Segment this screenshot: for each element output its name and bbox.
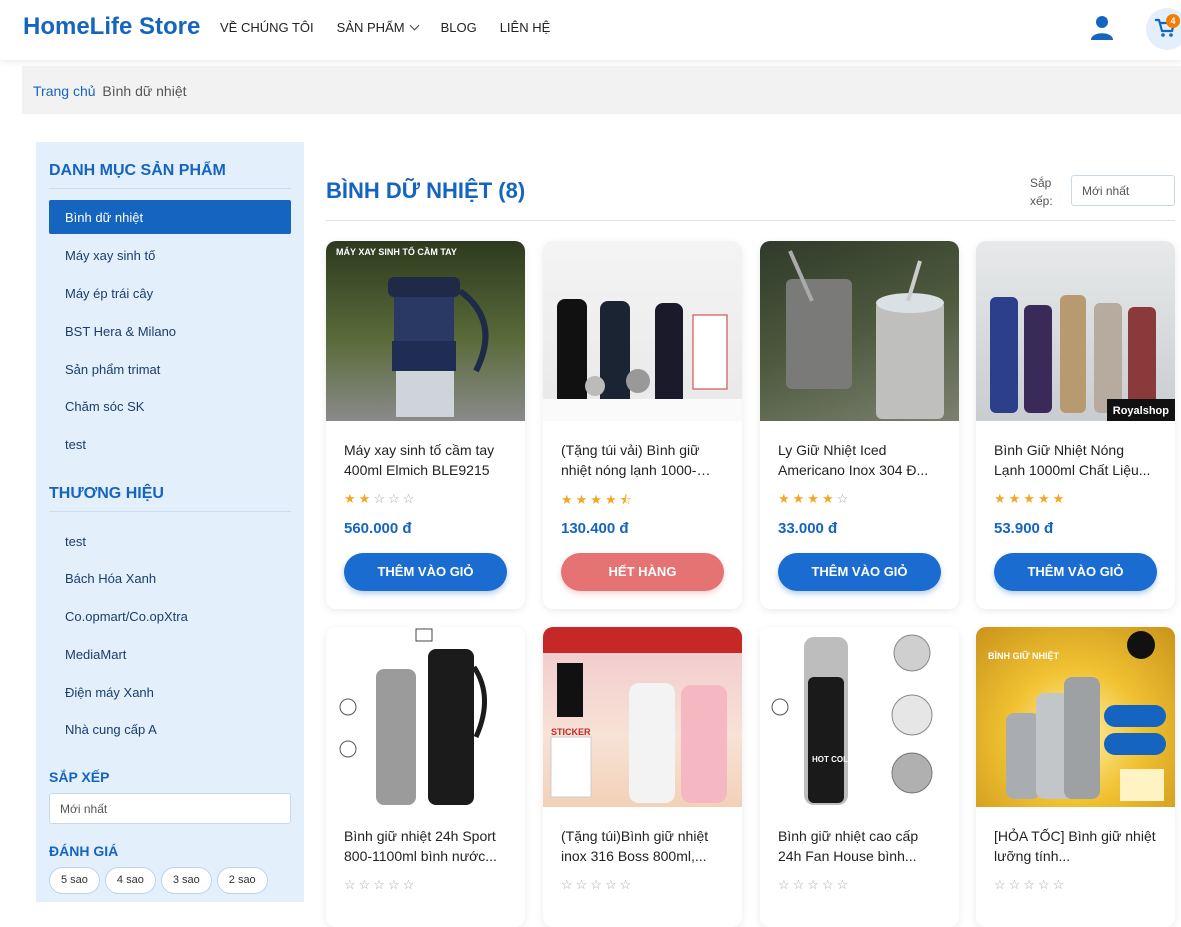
product-card[interactable]: HOT COLD Bình giữ nhiệt cao cấp 24h Fan … bbox=[760, 627, 959, 927]
add-to-cart-button[interactable]: THÊM VÀO GIỎ bbox=[778, 553, 941, 591]
nav-about[interactable]: VỀ CHÚNG TÔI bbox=[220, 20, 314, 35]
rating-stars: ★★★★☆ bbox=[778, 491, 852, 506]
chevron-down-icon bbox=[409, 20, 420, 31]
product-name[interactable]: Ly Giữ Nhiệt Iced Americano Inox 304 Đ..… bbox=[778, 440, 943, 480]
sort-label: Sắp xếp: bbox=[1030, 176, 1053, 208]
nav-products-label: SẢN PHẨM bbox=[336, 20, 405, 35]
category-item[interactable]: Chăm sóc SK bbox=[49, 389, 291, 423]
product-card[interactable]: MÁY XAY SINH TỐ CẦM TAY Máy xay sinh tố … bbox=[326, 241, 525, 609]
product-card[interactable]: STICKER (Tặng túi)Bình giữ nhiệt inox 31… bbox=[543, 627, 742, 927]
image-caption: BÌNH GIỮ NHIỆT bbox=[988, 651, 1059, 661]
product-image[interactable] bbox=[543, 241, 742, 421]
sort-heading: SẮP XẾP bbox=[49, 769, 110, 785]
product-name[interactable]: Máy xay sinh tố cầm tay 400ml Elmich BLE… bbox=[344, 440, 509, 480]
product-image[interactable]: BÌNH GIỮ NHIỆT bbox=[976, 627, 1175, 807]
rating-stars: ☆☆☆☆☆ bbox=[561, 877, 635, 892]
product-image[interactable]: STICKER bbox=[543, 627, 742, 807]
title-divider bbox=[326, 220, 1175, 221]
sport-bottles-illustration bbox=[339, 628, 487, 805]
product-name[interactable]: Bình giữ nhiệt 24h Sport 800-1100ml bình… bbox=[344, 826, 509, 866]
product-price: 53.900 đ bbox=[994, 520, 1054, 537]
image-caption: STICKER bbox=[551, 727, 591, 737]
rating-pill[interactable]: 3 sao bbox=[160, 867, 212, 894]
rating-heading: ĐÁNH GIÁ bbox=[49, 843, 119, 859]
watermark-badge: Royalshop bbox=[1106, 399, 1175, 421]
cart-button[interactable]: 4 bbox=[1146, 8, 1181, 50]
blender-illustration bbox=[388, 277, 489, 417]
product-image[interactable] bbox=[760, 241, 959, 421]
product-price: 560.000 đ bbox=[344, 520, 412, 537]
brand-item[interactable]: test bbox=[49, 524, 291, 558]
nav-products[interactable]: SẢN PHẨM bbox=[336, 20, 420, 35]
category-item[interactable]: Sản phẩm trimat bbox=[49, 352, 291, 386]
page-title: BÌNH DỮ NHIỆT (8) bbox=[326, 178, 526, 203]
brand-item[interactable]: Điện máy Xanh bbox=[49, 675, 291, 709]
category-item[interactable]: BST Hera & Milano bbox=[49, 314, 291, 348]
site-logo[interactable]: HomeLife Store bbox=[23, 13, 200, 41]
category-item[interactable]: Máy xay sinh tố bbox=[49, 238, 291, 272]
product-image[interactable]: HOT COLD bbox=[760, 627, 959, 807]
sidebar-sort-select[interactable]: Mới nhất bbox=[49, 793, 291, 824]
product-price: 130.400 đ bbox=[561, 520, 629, 537]
brands-heading: THƯƠNG HIỆU bbox=[49, 485, 291, 512]
category-item[interactable]: test bbox=[49, 427, 291, 461]
cart-count-badge: 4 bbox=[1166, 14, 1180, 28]
image-caption: HOT COLD bbox=[812, 755, 854, 764]
nav-blog[interactable]: BLOG bbox=[441, 20, 477, 35]
product-image[interactable] bbox=[326, 627, 525, 807]
rating-stars: ☆☆☆☆☆ bbox=[778, 877, 852, 892]
product-price: 33.000 đ bbox=[778, 520, 838, 537]
category-item[interactable]: Bình dữ nhiệt bbox=[49, 200, 291, 234]
rating-stars: ★★★★⯪ bbox=[561, 492, 635, 507]
boss-bottles-illustration bbox=[543, 627, 742, 803]
breadcrumb-current: Bình dữ nhiệt bbox=[102, 83, 187, 99]
sort-select[interactable]: Mới nhất bbox=[1071, 175, 1175, 206]
product-card[interactable]: BÌNH GIỮ NHIỆT [HỎA TỐC] Bình giữ nhiệt … bbox=[976, 627, 1175, 927]
product-name[interactable]: [HỎA TỐC] Bình giữ nhiệt lưỡng tính... bbox=[994, 826, 1159, 866]
main-nav: VỀ CHÚNG TÔI SẢN PHẨM BLOG LIÊN HỆ bbox=[220, 20, 550, 35]
site-header: HomeLife Store VỀ CHÚNG TÔI SẢN PHẨM BLO… bbox=[0, 0, 1181, 60]
brand-item[interactable]: Co.opmart/Co.opXtra bbox=[49, 599, 291, 633]
rating-stars: ★★☆☆☆ bbox=[344, 491, 418, 506]
tumblers-illustration bbox=[786, 250, 944, 419]
add-to-cart-button[interactable]: THÊM VÀO GIỎ bbox=[994, 553, 1157, 591]
product-name[interactable]: Bình giữ nhiệt cao cấp 24h Fan House bìn… bbox=[778, 826, 943, 866]
user-icon[interactable] bbox=[1090, 15, 1114, 41]
brand-item[interactable]: Nhà cung cấp A bbox=[49, 712, 291, 746]
rating-stars: ☆☆☆☆☆ bbox=[344, 877, 418, 892]
rating-stars: ☆☆☆☆☆ bbox=[994, 877, 1068, 892]
brand-item[interactable]: Bách Hóa Xanh bbox=[49, 561, 291, 595]
product-card[interactable]: (Tặng túi vải) Bình giữ nhiệt nóng lạnh … bbox=[543, 241, 742, 609]
add-to-cart-button[interactable]: THÊM VÀO GIỎ bbox=[344, 553, 507, 591]
breadcrumb-home[interactable]: Trang chủ bbox=[33, 83, 96, 99]
breadcrumb: Trang chủ Bình dữ nhiệt bbox=[22, 66, 1181, 114]
rating-pill[interactable]: 2 sao bbox=[216, 867, 268, 894]
rating-stars: ★★★★★ bbox=[994, 491, 1068, 506]
fanhouse-bottle-illustration bbox=[771, 634, 933, 805]
rating-pill[interactable]: 5 sao bbox=[49, 867, 100, 894]
product-name[interactable]: Bình Giữ Nhiệt Nóng Lạnh 1000ml Chất Liệ… bbox=[994, 440, 1159, 480]
product-image[interactable]: MÁY XAY SINH TỐ CẦM TAY bbox=[326, 241, 525, 421]
product-card[interactable]: Ly Giữ Nhiệt Iced Americano Inox 304 Đ..… bbox=[760, 241, 959, 609]
nav-contact[interactable]: LIÊN HỆ bbox=[500, 20, 551, 35]
rating-filter: 5 sao 4 sao 3 sao 2 sao bbox=[49, 867, 268, 894]
product-name[interactable]: (Tặng túi)Bình giữ nhiệt inox 316 Boss 8… bbox=[561, 826, 726, 866]
product-card[interactable]: Royalshop Bình Giữ Nhiệt Nóng Lạnh 1000m… bbox=[976, 241, 1175, 609]
out-of-stock-button[interactable]: HẾT HÀNG bbox=[561, 553, 724, 591]
sidebar: DANH MỤC SẢN PHẨM Bình dữ nhiệt Máy xay … bbox=[36, 142, 304, 902]
bottles-illustration bbox=[543, 299, 742, 421]
brand-item[interactable]: MediaMart bbox=[49, 637, 291, 671]
category-item[interactable]: Máy ép trái cây bbox=[49, 276, 291, 310]
product-name[interactable]: (Tặng túi vải) Bình giữ nhiệt nóng lạnh … bbox=[561, 440, 726, 480]
product-card[interactable]: Bình giữ nhiệt 24h Sport 800-1100ml bình… bbox=[326, 627, 525, 927]
product-image[interactable]: Royalshop bbox=[976, 241, 1175, 421]
rating-pill[interactable]: 4 sao bbox=[104, 867, 156, 894]
thermos-illustration bbox=[990, 295, 1156, 413]
categories-heading: DANH MỤC SẢN PHẨM bbox=[49, 162, 291, 189]
watermark-text: Royalshop bbox=[1112, 405, 1169, 417]
